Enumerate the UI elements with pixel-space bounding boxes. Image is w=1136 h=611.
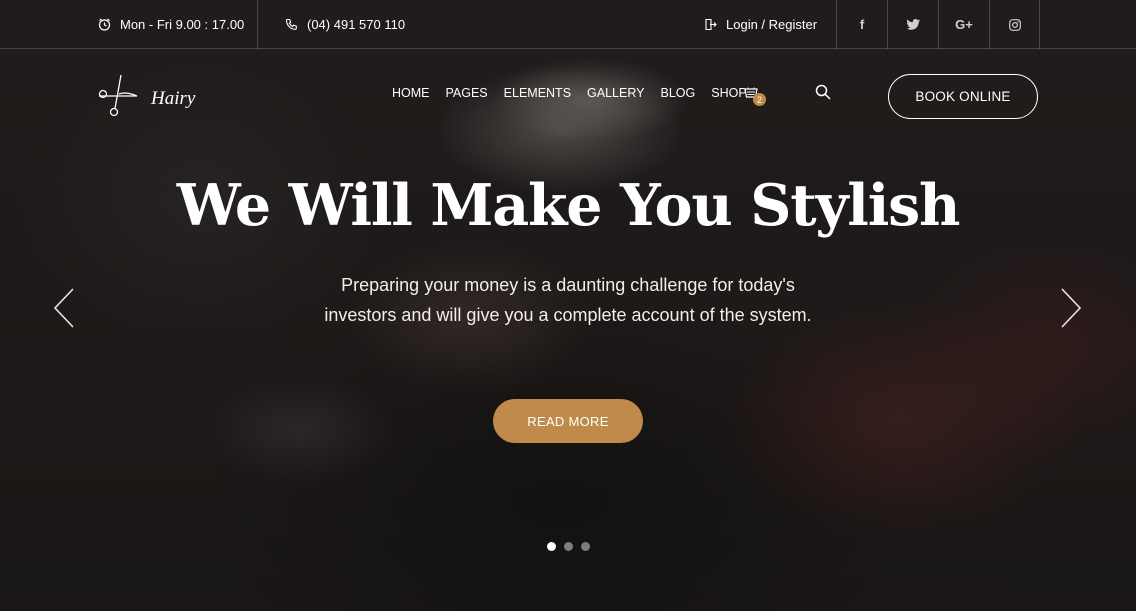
phone-icon [284, 18, 298, 32]
search-button[interactable] [815, 84, 831, 105]
facebook-icon[interactable]: f [836, 0, 887, 49]
facebook-glyph: f [859, 17, 865, 32]
slider-dot-3[interactable] [581, 542, 590, 551]
site-logo[interactable]: Hairy [97, 72, 195, 125]
cart-count-badge: 2 [753, 93, 766, 106]
main-navigation: HOME PAGES ELEMENTS GALLERY BLOG SHOP [392, 86, 747, 100]
cart-button[interactable]: 2 [744, 86, 766, 106]
search-icon [815, 84, 831, 104]
hero-description: Preparing your money is a daunting chall… [324, 275, 812, 325]
clock-icon [97, 18, 111, 32]
slider-dot-1[interactable] [547, 542, 556, 551]
slider-next-button[interactable] [1060, 288, 1082, 328]
nav-item-blog[interactable]: BLOG [661, 86, 696, 100]
topbar-divider [257, 0, 258, 49]
sign-in-icon [703, 18, 717, 32]
chevron-left-icon [53, 288, 75, 332]
logo-text: Hairy [151, 87, 196, 109]
phone-number[interactable]: (04) 491 570 110 [284, 0, 405, 49]
login-register-text: Login / Register [726, 17, 818, 32]
phone-number-text: (04) 491 570 110 [307, 17, 406, 32]
slider-dot-2[interactable] [564, 542, 573, 551]
social-links: f G+ [836, 0, 1040, 49]
login-register-link[interactable]: Login / Register [703, 0, 817, 49]
nav-item-shop[interactable]: SHOP [711, 86, 746, 100]
twitter-icon[interactable] [887, 0, 938, 49]
scissors-icon [97, 72, 141, 125]
nav-item-home[interactable]: HOME [392, 86, 430, 100]
book-online-button[interactable]: BOOK ONLINE [888, 74, 1038, 119]
instagram-icon[interactable] [989, 0, 1040, 49]
slider-pagination [547, 542, 590, 551]
google-plus-icon[interactable]: G+ [938, 0, 989, 49]
read-more-button[interactable]: READ MORE [493, 399, 643, 443]
slider-prev-button[interactable] [53, 288, 75, 328]
nav-item-elements[interactable]: ELEMENTS [504, 86, 571, 100]
chevron-right-icon [1060, 288, 1082, 332]
top-bar: Mon - Fri 9.00 : 17.00 (04) 491 570 110 … [0, 0, 1136, 49]
opening-hours: Mon - Fri 9.00 : 17.00 [97, 0, 244, 49]
hero-title: We Will Make You Stylish [176, 172, 961, 239]
google-plus-glyph: G+ [955, 17, 973, 32]
opening-hours-text: Mon - Fri 9.00 : 17.00 [120, 17, 245, 32]
nav-item-pages[interactable]: PAGES [446, 86, 488, 100]
nav-item-gallery[interactable]: GALLERY [587, 86, 644, 100]
